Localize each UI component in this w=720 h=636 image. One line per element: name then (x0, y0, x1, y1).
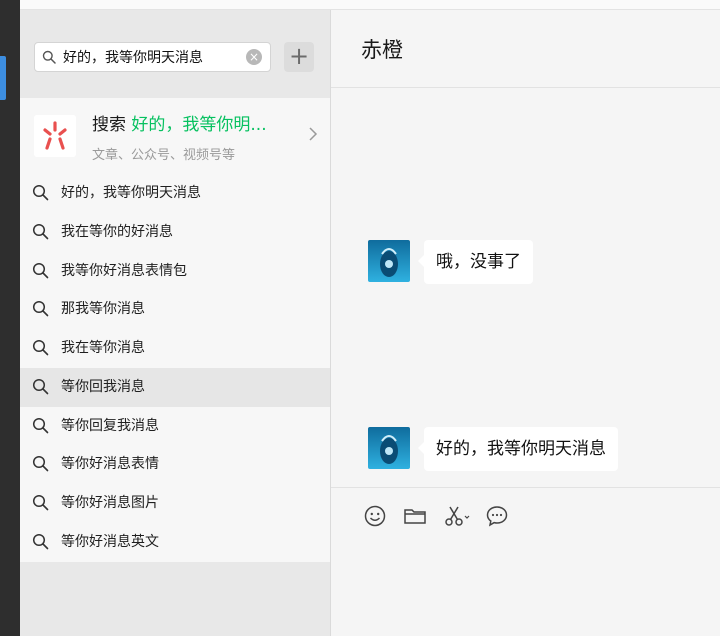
chat-history-icon[interactable] (485, 504, 509, 528)
suggestion-item[interactable]: 我在等你消息 (20, 329, 330, 368)
suggestion-item[interactable]: 等你好消息图片 (20, 484, 330, 523)
search-icon (32, 184, 49, 201)
suggestion-item[interactable]: 等你回复我消息 (20, 407, 330, 446)
web-search-subtitle: 文章、公众号、视频号等 (92, 148, 236, 163)
suggestion-label: 我在等你的好消息 (61, 223, 173, 240)
suggestion-label: 我等你好消息表情包 (61, 262, 187, 279)
search-icon (42, 50, 56, 64)
search-panel: × + 搜索 好的，我等你明... 文章、公众号、视频号等 好的，我等你明天消息… (20, 10, 331, 636)
suggestion-item[interactable]: 我等你好消息表情包 (20, 252, 330, 291)
add-button[interactable]: + (284, 42, 314, 72)
message-input-area[interactable] (331, 487, 720, 636)
search-icon (32, 339, 49, 356)
chat-title: 赤橙 (361, 38, 403, 62)
suggestion-item[interactable]: 等你好消息表情 (20, 445, 330, 484)
message-bubble[interactable]: 哦，没事了 (418, 240, 533, 284)
web-search-keyword: 好的，我等你明... (131, 115, 267, 135)
window-title-strip (20, 0, 720, 10)
search-box[interactable]: × (34, 42, 271, 72)
suggestion-label: 那我等你消息 (61, 301, 145, 318)
web-search-prefix: 搜索 (92, 115, 126, 135)
suggestion-item[interactable]: 等你好消息英文 (20, 523, 330, 562)
suggestion-item[interactable]: 等你回我消息 (20, 367, 330, 407)
search-icon (32, 456, 49, 472)
chevron-right-icon (309, 127, 318, 141)
scissors-icon[interactable] (443, 504, 473, 528)
suggestion-item[interactable]: 好的，我等你明天消息 (20, 174, 330, 213)
search-input[interactable] (63, 47, 239, 67)
avatar[interactable] (368, 240, 410, 282)
search-icon (32, 533, 49, 550)
folder-icon[interactable] (403, 504, 427, 528)
search-icon (32, 301, 49, 317)
clear-search-button[interactable]: × (246, 49, 262, 65)
suggestion-label: 我在等你消息 (61, 340, 145, 356)
app-icon[interactable] (0, 56, 6, 100)
search-icon (32, 378, 49, 395)
avatar[interactable] (368, 427, 410, 469)
suggestion-label: 等你回我消息 (61, 378, 145, 395)
search-icon (32, 262, 49, 278)
suggestion-item[interactable]: 我在等你的好消息 (20, 213, 330, 252)
suggestion-label: 好的，我等你明天消息 (61, 185, 201, 201)
avatar-image-icon (380, 435, 398, 464)
message-bubble[interactable]: 好的，我等你明天消息 (418, 427, 618, 471)
suggestion-label: 等你好消息图片 (61, 495, 159, 511)
web-search-card[interactable]: 搜索 好的，我等你明... 文章、公众号、视频号等 (20, 98, 330, 178)
emoji-icon[interactable] (363, 504, 387, 528)
web-search-title: 搜索 好的，我等你明... (92, 110, 267, 135)
suggestion-label: 等你好消息英文 (61, 533, 159, 550)
suggestion-label: 等你回复我消息 (61, 417, 159, 434)
search-icon (32, 417, 49, 433)
wechat-search-logo-icon (34, 115, 76, 157)
search-suggestion-list: 好的，我等你明天消息 我在等你的好消息 我等你好消息表情包 那我等你消息 我在等你消息等… (20, 174, 330, 562)
search-icon (32, 223, 49, 240)
search-icon (32, 494, 49, 511)
chat-header: 赤橙 (331, 10, 720, 88)
suggestion-label: 等你好消息表情 (61, 456, 159, 473)
suggestion-item[interactable]: 那我等你消息 (20, 290, 330, 329)
avatar-image-icon (380, 248, 398, 277)
app-sidebar-rail (0, 0, 20, 636)
